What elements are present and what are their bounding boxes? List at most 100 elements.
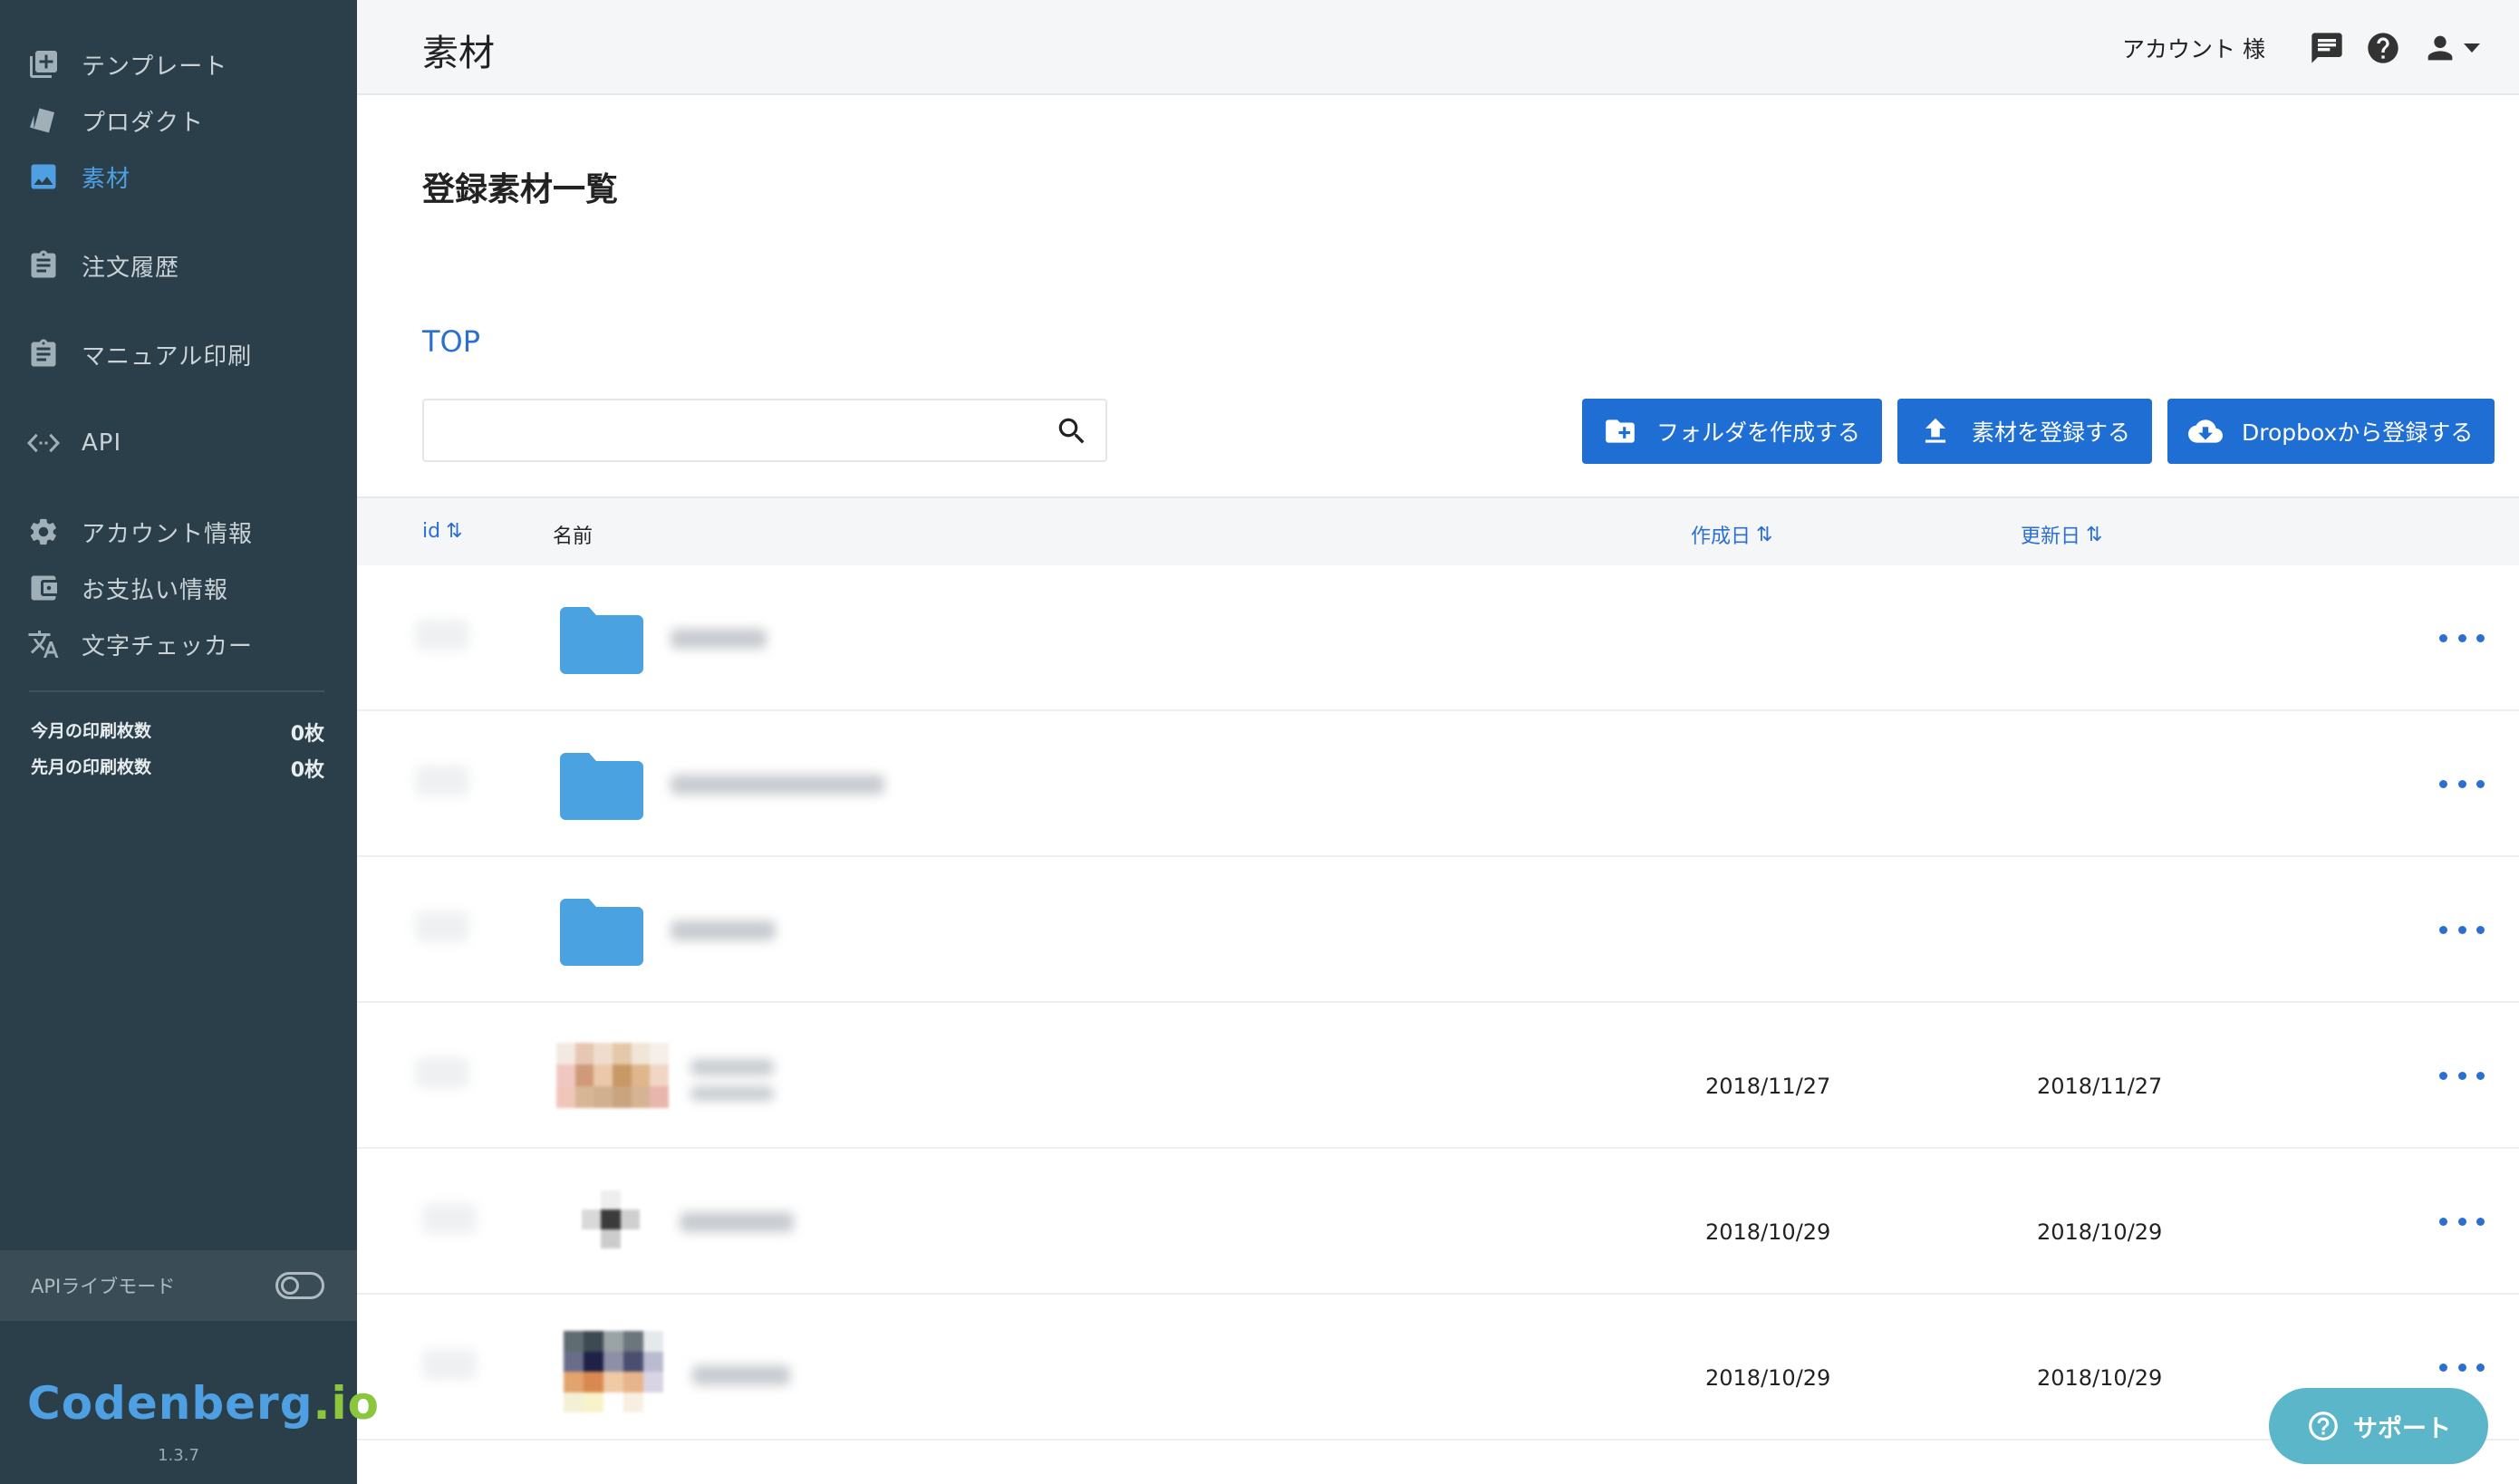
sidebar-item-label: 注文履歴 bbox=[82, 254, 180, 282]
search-icon[interactable] bbox=[1055, 414, 1089, 448]
sidebar-item-label: マニュアル印刷 bbox=[82, 342, 253, 371]
user-menu[interactable] bbox=[2419, 28, 2483, 68]
column-updated[interactable]: 更新日 ⇅ bbox=[2021, 520, 2102, 549]
sidebar-item-account[interactable]: アカウント情報 bbox=[25, 509, 253, 554]
column-updated-label: 更新日 bbox=[2021, 525, 2081, 548]
sidebar-item-materials[interactable]: 素材 bbox=[25, 154, 130, 199]
translate-icon bbox=[25, 626, 62, 662]
table-row[interactable] bbox=[357, 565, 2519, 711]
row-id-redacted bbox=[415, 766, 469, 796]
row-updated-date: 2018/10/29 bbox=[2037, 1219, 2163, 1245]
table-header: id ⇅ 名前 作成日 ⇅ 更新日 ⇅ bbox=[357, 496, 2519, 565]
support-label: サポート bbox=[2353, 1414, 2451, 1443]
create-folder-button[interactable]: フォルダを作成する bbox=[1582, 399, 1883, 464]
row-name-redacted bbox=[680, 1212, 794, 1232]
top-header: 素材 アカウント 様 bbox=[357, 0, 2519, 95]
sidebar: テンプレート プロダクト 素材 注文履歴 マニュアル印刷 API アカウント情報… bbox=[0, 0, 379, 1484]
row-created-date: 2018/10/29 bbox=[1705, 1219, 1831, 1245]
support-button[interactable]: サポート bbox=[2269, 1388, 2488, 1464]
row-name-redacted bbox=[671, 775, 884, 795]
create-folder-label: フォルダを作成する bbox=[1656, 419, 1861, 446]
table-row[interactable]: 2018/11/27 2018/11/27 bbox=[357, 1003, 2519, 1149]
table-row[interactable] bbox=[357, 711, 2519, 857]
table-row[interactable]: 2018/10/29 2018/10/29 bbox=[357, 1295, 2519, 1441]
chevron-down-icon bbox=[2464, 43, 2480, 53]
folder-add-icon bbox=[1602, 413, 1638, 449]
gear-icon bbox=[25, 514, 62, 550]
row-more-menu[interactable] bbox=[2439, 1203, 2485, 1239]
help-circle-icon bbox=[2306, 1409, 2340, 1443]
row-id-redacted bbox=[415, 911, 469, 942]
section-title: 登録素材一覧 bbox=[422, 171, 619, 208]
row-created-date: 2018/10/29 bbox=[1705, 1365, 1831, 1391]
wallet-icon bbox=[25, 570, 62, 606]
sidebar-item-order-history[interactable]: 注文履歴 bbox=[25, 243, 179, 288]
breadcrumb-top[interactable]: TOP bbox=[422, 324, 480, 359]
row-more-menu[interactable] bbox=[2439, 1349, 2485, 1385]
person-icon bbox=[2427, 35, 2453, 61]
message-icon[interactable] bbox=[2307, 28, 2347, 68]
row-id-redacted bbox=[422, 1349, 477, 1380]
add-box-icon bbox=[25, 46, 62, 82]
sidebar-item-label: お支払い情報 bbox=[82, 576, 229, 604]
row-name-redacted bbox=[671, 920, 776, 940]
row-more-menu[interactable] bbox=[2439, 1057, 2485, 1094]
last-month-print-count: 先月の印刷枚数 0枚 bbox=[31, 754, 324, 783]
dropbox-register-label: Dropboxから登録する bbox=[2242, 419, 2474, 446]
sort-icon: ⇅ bbox=[446, 520, 463, 543]
toggle-knob bbox=[281, 1277, 299, 1295]
help-icon[interactable] bbox=[2363, 28, 2403, 68]
column-created-label: 作成日 bbox=[1691, 525, 1752, 548]
count-label: 先月の印刷枚数 bbox=[31, 757, 152, 777]
code-icon bbox=[25, 425, 62, 461]
column-created[interactable]: 作成日 ⇅ bbox=[1691, 520, 1772, 549]
row-id-redacted bbox=[415, 620, 469, 650]
sidebar-item-label: API bbox=[82, 429, 122, 457]
search-box bbox=[422, 399, 1107, 462]
count-value: 0枚 bbox=[290, 759, 324, 782]
api-live-mode-toggle[interactable] bbox=[275, 1272, 324, 1299]
app-version: 1.3.7 bbox=[158, 1446, 199, 1465]
table-row[interactable] bbox=[357, 857, 2519, 1003]
row-updated-date: 2018/11/27 bbox=[2037, 1074, 2163, 1099]
folder-icon bbox=[560, 895, 643, 966]
row-more-menu[interactable] bbox=[2439, 911, 2485, 948]
register-material-label: 素材を登録する bbox=[1972, 419, 2131, 446]
row-created-date: 2018/11/27 bbox=[1705, 1074, 1831, 1099]
api-live-mode: APIライブモード bbox=[0, 1250, 357, 1321]
register-material-button[interactable]: 素材を登録する bbox=[1897, 399, 2153, 464]
column-name-label: 名前 bbox=[553, 525, 594, 548]
thumbnail-image bbox=[582, 1190, 640, 1248]
upload-icon bbox=[1917, 413, 1954, 449]
sidebar-divider bbox=[29, 690, 324, 692]
sidebar-item-payment[interactable]: お支払い情報 bbox=[25, 565, 228, 611]
sidebar-item-templates[interactable]: テンプレート bbox=[25, 42, 227, 87]
thumbnail-image bbox=[564, 1331, 663, 1412]
count-value: 0枚 bbox=[290, 723, 324, 746]
clipboard-icon bbox=[25, 247, 62, 284]
column-id[interactable]: id ⇅ bbox=[422, 520, 463, 543]
search-input[interactable] bbox=[424, 400, 1040, 460]
sidebar-item-products[interactable]: プロダクト bbox=[25, 98, 204, 143]
cloud-download-icon bbox=[2187, 413, 2224, 449]
header-actions: アカウント 様 bbox=[2122, 25, 2483, 71]
sidebar-item-manual-print[interactable]: マニュアル印刷 bbox=[25, 332, 252, 377]
table-row[interactable]: 2018/10/29 2018/10/29 bbox=[357, 1149, 2519, 1295]
sidebar-item-label: 文字チェッカー bbox=[82, 632, 254, 660]
dropbox-register-button[interactable]: Dropboxから登録する bbox=[2167, 399, 2495, 464]
sidebar-item-label: プロダクト bbox=[82, 109, 205, 137]
image-icon bbox=[25, 159, 62, 195]
column-id-label: id bbox=[422, 520, 441, 543]
page-title: 素材 bbox=[422, 33, 495, 74]
row-more-menu[interactable] bbox=[2439, 766, 2485, 802]
sidebar-item-label: 素材 bbox=[82, 165, 131, 193]
row-name-redacted bbox=[671, 629, 767, 649]
sidebar-item-api[interactable]: API bbox=[25, 420, 121, 466]
row-subname-redacted bbox=[690, 1086, 774, 1101]
folder-icon bbox=[560, 749, 643, 820]
row-more-menu[interactable] bbox=[2439, 620, 2485, 656]
cards-icon bbox=[25, 102, 62, 139]
account-name: アカウント 様 bbox=[2122, 36, 2265, 63]
this-month-print-count: 今月の印刷枚数 0枚 bbox=[31, 718, 324, 747]
sidebar-item-text-checker[interactable]: 文字チェッカー bbox=[25, 622, 253, 667]
